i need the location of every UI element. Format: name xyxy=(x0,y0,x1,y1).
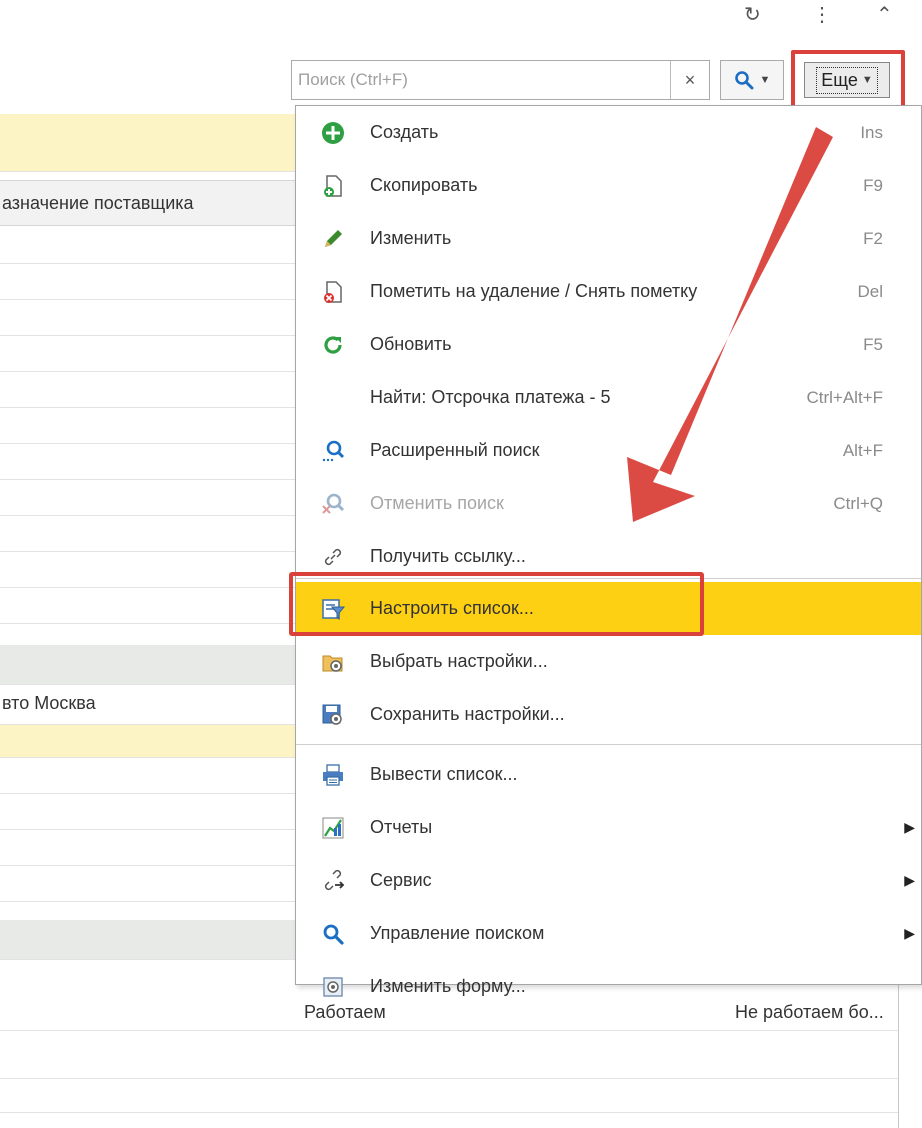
cancel-search-icon xyxy=(320,491,346,517)
more-button-highlight xyxy=(791,50,905,110)
more-menu: Создать Ins Скопировать F9 Изменить F2 П… xyxy=(295,105,922,997)
menu-item-edit[interactable]: Изменить F2 xyxy=(296,212,921,265)
list-row[interactable] xyxy=(0,336,300,372)
submenu-arrow-icon: ▶ xyxy=(904,925,915,941)
collapse-icon[interactable]: ⌃ xyxy=(876,2,893,27)
list-row[interactable] xyxy=(0,552,300,588)
list-row[interactable] xyxy=(0,408,300,444)
list-row[interactable] xyxy=(0,480,300,516)
advanced-search-icon xyxy=(320,438,346,464)
menu-item-advanced-search[interactable]: Расширенный поиск Alt+F xyxy=(296,424,921,477)
pencil-icon xyxy=(320,226,346,252)
menu-item-save-settings[interactable]: Сохранить настройки... xyxy=(296,688,921,741)
search-button[interactable]: ▼ xyxy=(720,60,784,100)
configure-list-highlight xyxy=(289,572,704,636)
submenu-arrow-icon: ▶ xyxy=(904,819,915,835)
list-row[interactable] xyxy=(0,372,300,408)
list-row[interactable]: Работаем Не работаем бо... xyxy=(0,1002,898,1079)
list-row[interactable] xyxy=(0,444,300,480)
list-row[interactable] xyxy=(0,264,300,300)
load-settings-icon xyxy=(320,649,346,675)
refresh-icon xyxy=(320,332,346,358)
list-row[interactable] xyxy=(0,758,300,794)
list-row[interactable]: вто Москва xyxy=(0,685,300,725)
chevron-down-icon: ▼ xyxy=(759,74,771,86)
menu-item-select-settings[interactable]: Выбрать настройки... xyxy=(296,635,921,688)
group-row[interactable] xyxy=(0,645,300,685)
close-icon: × xyxy=(684,69,696,90)
delete-mark-icon xyxy=(320,279,346,305)
link-icon xyxy=(320,544,346,570)
refresh-icon[interactable]: ↻ xyxy=(744,2,761,27)
clear-search-button[interactable]: × xyxy=(670,61,709,99)
menu-item-cancel-search[interactable]: Отменить поиск Ctrl+Q xyxy=(296,477,921,530)
search-icon xyxy=(734,71,754,90)
change-form-icon xyxy=(320,974,346,1000)
menu-item-search-management[interactable]: Управление поиском ▶ xyxy=(296,907,921,960)
menu-item-service[interactable]: Сервис ▶ xyxy=(296,854,921,907)
list-row-highlighted[interactable] xyxy=(0,114,300,172)
menu-item-reports[interactable]: Отчеты ▶ xyxy=(296,801,921,854)
plus-circle-icon xyxy=(320,120,346,146)
list-row-text: вто Москва xyxy=(2,693,96,713)
more-vertical-icon[interactable]: ⋮ xyxy=(812,2,832,27)
save-settings-icon xyxy=(320,702,346,728)
list-row[interactable] xyxy=(0,588,300,624)
list-row[interactable] xyxy=(0,1079,898,1113)
menu-item-copy[interactable]: Скопировать F9 xyxy=(296,159,921,212)
menu-item-create[interactable]: Создать Ins xyxy=(296,106,921,159)
menu-item-change-form[interactable]: Изменить форму... xyxy=(296,960,921,1013)
list-row[interactable] xyxy=(0,830,300,866)
list-row[interactable] xyxy=(0,300,300,336)
list-row[interactable] xyxy=(0,226,300,264)
copy-document-icon xyxy=(320,173,346,199)
service-link-icon xyxy=(320,868,346,894)
search-icon xyxy=(320,921,346,947)
menu-item-find[interactable]: Найти: Отсрочка платежа - 5 Ctrl+Alt+F xyxy=(296,371,921,424)
reports-chart-icon xyxy=(320,815,346,841)
list-row[interactable] xyxy=(0,516,300,552)
list-row-highlighted[interactable] xyxy=(0,725,300,758)
menu-item-print-list[interactable]: Вывести список... xyxy=(296,748,921,801)
group-row[interactable] xyxy=(0,920,300,960)
search-field[interactable]: × xyxy=(291,60,710,100)
list-row[interactable] xyxy=(0,794,300,830)
search-input[interactable] xyxy=(292,62,670,98)
menu-item-mark-delete[interactable]: Пометить на удаление / Снять пометку Del xyxy=(296,265,921,318)
print-list-icon xyxy=(320,762,346,788)
submenu-arrow-icon: ▶ xyxy=(904,872,915,888)
column-header[interactable]: азначение поставщика xyxy=(0,180,300,226)
menu-separator xyxy=(296,744,921,745)
list-row[interactable] xyxy=(0,866,300,902)
menu-item-refresh[interactable]: Обновить F5 xyxy=(296,318,921,371)
